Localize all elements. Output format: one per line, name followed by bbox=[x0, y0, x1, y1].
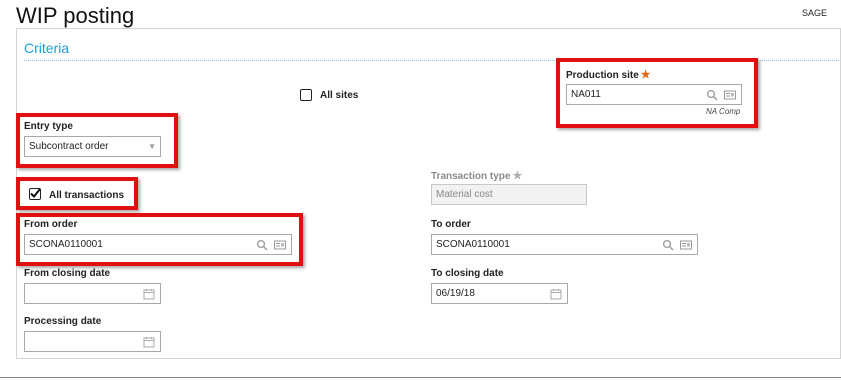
all-sites-checkbox[interactable] bbox=[300, 89, 312, 101]
section-divider bbox=[24, 60, 839, 61]
to-order-label: To order bbox=[431, 219, 471, 230]
required-star-icon: ★ bbox=[512, 170, 523, 182]
production-site-value: NA011 bbox=[571, 89, 601, 100]
entry-type-select[interactable]: Subcontract order ▼ bbox=[24, 136, 161, 157]
from-closing-date-input[interactable] bbox=[24, 283, 161, 304]
entry-type-label: Entry type bbox=[24, 121, 73, 132]
from-order-label: From order bbox=[24, 219, 78, 230]
calendar-icon[interactable] bbox=[142, 335, 156, 349]
processing-date-input[interactable] bbox=[24, 331, 161, 352]
detail-card-icon[interactable] bbox=[723, 88, 737, 102]
all-transactions-checkbox[interactable] bbox=[29, 188, 41, 200]
processing-date-label: Processing date bbox=[24, 316, 102, 327]
entry-type-value: Subcontract order bbox=[29, 141, 109, 152]
to-closing-date-label: To closing date bbox=[431, 268, 504, 279]
to-closing-date-input[interactable]: 06/19/18 bbox=[431, 283, 568, 304]
section-title[interactable]: Criteria bbox=[24, 40, 69, 56]
search-icon[interactable] bbox=[255, 238, 269, 252]
to-order-value: SCONA0110001 bbox=[436, 239, 510, 250]
page-title: WIP posting bbox=[16, 3, 135, 28]
search-icon[interactable] bbox=[705, 88, 719, 102]
from-order-value: SCONA0110001 bbox=[29, 239, 103, 250]
calendar-icon[interactable] bbox=[142, 287, 156, 301]
from-closing-date-label: From closing date bbox=[24, 268, 111, 279]
production-site-label: Production site ★ bbox=[566, 68, 651, 81]
brand-label: SAGE bbox=[801, 8, 827, 18]
production-site-description: NA Comp bbox=[706, 107, 741, 116]
calendar-icon[interactable] bbox=[549, 287, 563, 301]
production-site-input[interactable]: NA011 bbox=[566, 84, 742, 105]
transaction-type-label: Transaction type ★ bbox=[431, 169, 522, 182]
detail-card-icon[interactable] bbox=[273, 238, 287, 252]
all-transactions-label: All transactions bbox=[49, 190, 125, 201]
transaction-type-select: Material cost bbox=[431, 184, 587, 205]
checkmark-icon bbox=[30, 188, 41, 198]
transaction-type-value: Material cost bbox=[436, 189, 493, 200]
required-star-icon: ★ bbox=[640, 69, 651, 81]
transaction-type-label-text: Transaction type bbox=[431, 171, 511, 182]
from-order-input[interactable]: SCONA0110001 bbox=[24, 234, 292, 255]
production-site-label-text: Production site bbox=[566, 70, 639, 81]
search-icon[interactable] bbox=[661, 238, 675, 252]
bottom-divider bbox=[0, 377, 841, 378]
to-closing-date-value: 06/19/18 bbox=[436, 288, 475, 299]
all-sites-label: All sites bbox=[320, 90, 359, 101]
to-order-input[interactable]: SCONA0110001 bbox=[431, 234, 698, 255]
detail-card-icon[interactable] bbox=[679, 238, 693, 252]
dropdown-caret-icon: ▼ bbox=[148, 142, 156, 151]
criteria-panel bbox=[16, 28, 841, 359]
